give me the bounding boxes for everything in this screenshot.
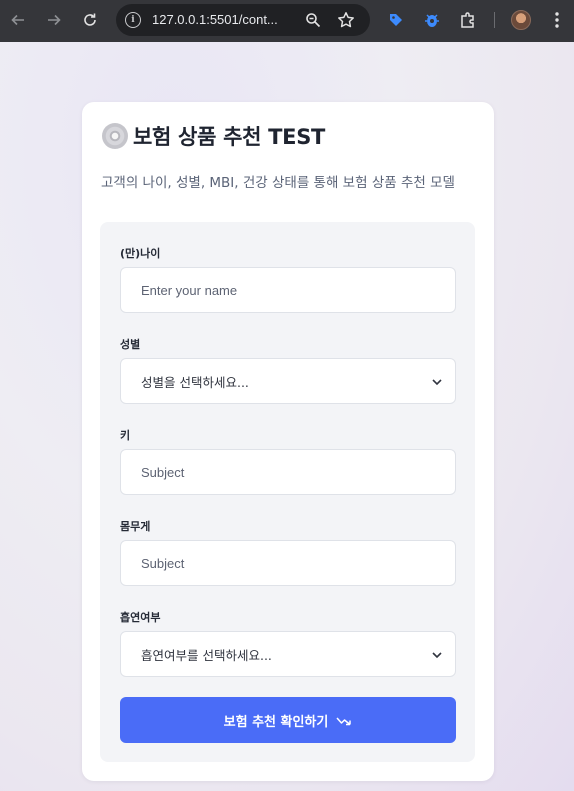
zoom-icon[interactable] bbox=[305, 12, 321, 28]
trending-arrow-icon bbox=[336, 717, 352, 726]
weight-label: 몸무게 bbox=[120, 520, 151, 533]
recommendation-card: 보험 상품 추천 TEST 고객의 나이, 성별, MBI, 건강 상태를 통해… bbox=[82, 102, 494, 781]
forward-button[interactable] bbox=[43, 9, 65, 31]
toolbar-divider bbox=[494, 12, 495, 28]
back-button[interactable] bbox=[7, 9, 29, 31]
tag-extension-icon[interactable] bbox=[387, 11, 405, 29]
age-input[interactable]: Enter your name bbox=[120, 267, 456, 313]
reload-button[interactable] bbox=[79, 9, 101, 31]
reload-icon bbox=[84, 13, 96, 26]
arrow-left-icon bbox=[11, 14, 24, 26]
bookmark-star-icon[interactable] bbox=[337, 11, 355, 29]
submit-recommendation-button[interactable]: 보험 추천 확인하기 bbox=[120, 697, 456, 743]
puzzle-extensions-icon[interactable] bbox=[459, 11, 477, 29]
chevron-down-icon bbox=[432, 652, 442, 659]
page-title: 보험 상품 추천 TEST bbox=[133, 125, 326, 149]
gender-select[interactable]: 성별을 선택하세요... bbox=[120, 358, 456, 404]
recommendation-form: (만)나이 Enter your name 성별 성별을 선택하세요... 키 … bbox=[100, 222, 475, 762]
weight-input[interactable]: Subject bbox=[120, 540, 456, 586]
site-info-icon[interactable]: i bbox=[125, 12, 141, 28]
cd-icon bbox=[102, 123, 128, 149]
more-vert-icon[interactable] bbox=[552, 11, 562, 29]
height-label: 키 bbox=[120, 429, 131, 442]
arrow-right-icon bbox=[48, 14, 61, 26]
browser-toolbar: i 127.0.0.1:5501/cont... bbox=[0, 0, 574, 42]
height-placeholder: Subject bbox=[141, 464, 185, 480]
submit-label: 보험 추천 확인하기 bbox=[223, 714, 329, 730]
smoking-label: 흡연여부 bbox=[120, 611, 161, 624]
smoking-selected-value: 흡연여부를 선택하세요... bbox=[141, 647, 272, 663]
title-row: 보험 상품 추천 TEST bbox=[102, 121, 325, 151]
gender-selected-value: 성별을 선택하세요... bbox=[141, 374, 249, 390]
page-subtitle: 고객의 나이, 성별, MBI, 건강 상태를 통해 보험 상품 추천 모델 bbox=[101, 175, 455, 191]
age-placeholder: Enter your name bbox=[141, 282, 238, 298]
address-bar[interactable]: i 127.0.0.1:5501/cont... bbox=[116, 4, 370, 36]
address-url[interactable]: 127.0.0.1:5501/cont... bbox=[152, 12, 278, 27]
weight-placeholder: Subject bbox=[141, 555, 185, 571]
gender-label: 성별 bbox=[120, 338, 141, 351]
age-label: (만)나이 bbox=[120, 247, 161, 260]
height-input[interactable]: Subject bbox=[120, 449, 456, 495]
profile-avatar[interactable] bbox=[511, 10, 531, 30]
smoking-select[interactable]: 흡연여부를 선택하세요... bbox=[120, 631, 456, 677]
bug-extension-icon[interactable] bbox=[423, 11, 441, 29]
chevron-down-icon bbox=[432, 379, 442, 386]
